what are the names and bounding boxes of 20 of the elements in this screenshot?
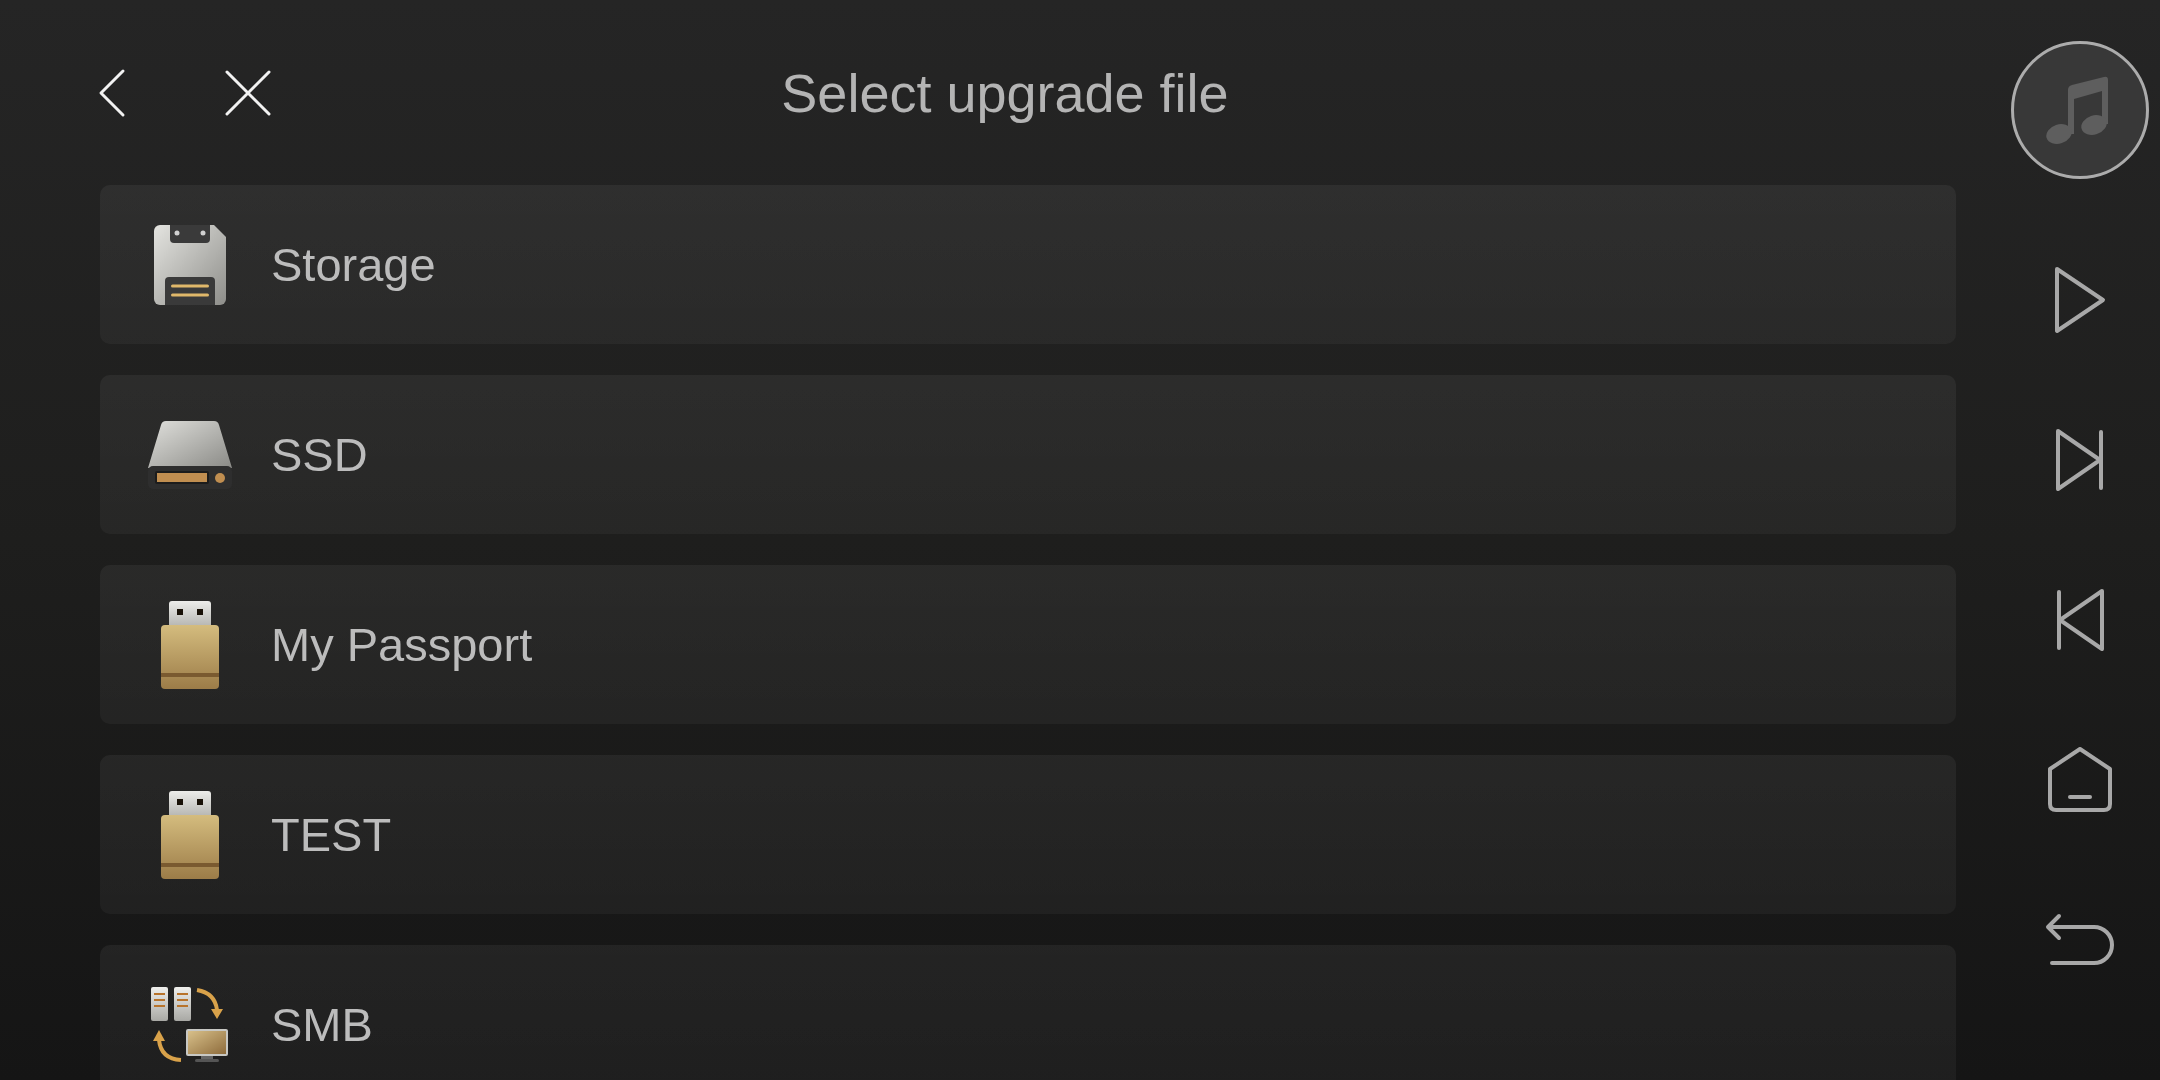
source-list-item[interactable]: TEST <box>100 755 1956 914</box>
hard-drive-icon <box>148 420 232 489</box>
server-computer-sync-icon <box>149 986 231 1063</box>
usb-drive-icon <box>161 600 219 689</box>
source-list-item[interactable]: Storage <box>100 185 1956 344</box>
usb-drive-icon <box>161 790 219 879</box>
close-icon <box>225 69 271 116</box>
back-icon <box>98 67 126 118</box>
return-arrow-icon <box>2044 913 2116 967</box>
source-list-item[interactable]: SSD <box>100 375 1956 534</box>
play-icon <box>2054 266 2106 334</box>
skip-previous-icon <box>2055 588 2105 652</box>
close-button[interactable] <box>225 69 271 116</box>
back-button[interactable] <box>98 67 126 118</box>
music-note-icon <box>2046 76 2110 144</box>
home-icon <box>2047 747 2113 813</box>
skip-next-icon <box>2055 428 2105 492</box>
source-list-item[interactable]: My Passport <box>100 565 1956 724</box>
page-title: Select upgrade file <box>781 61 1229 124</box>
source-list-item[interactable]: SMB <box>100 945 1956 1080</box>
